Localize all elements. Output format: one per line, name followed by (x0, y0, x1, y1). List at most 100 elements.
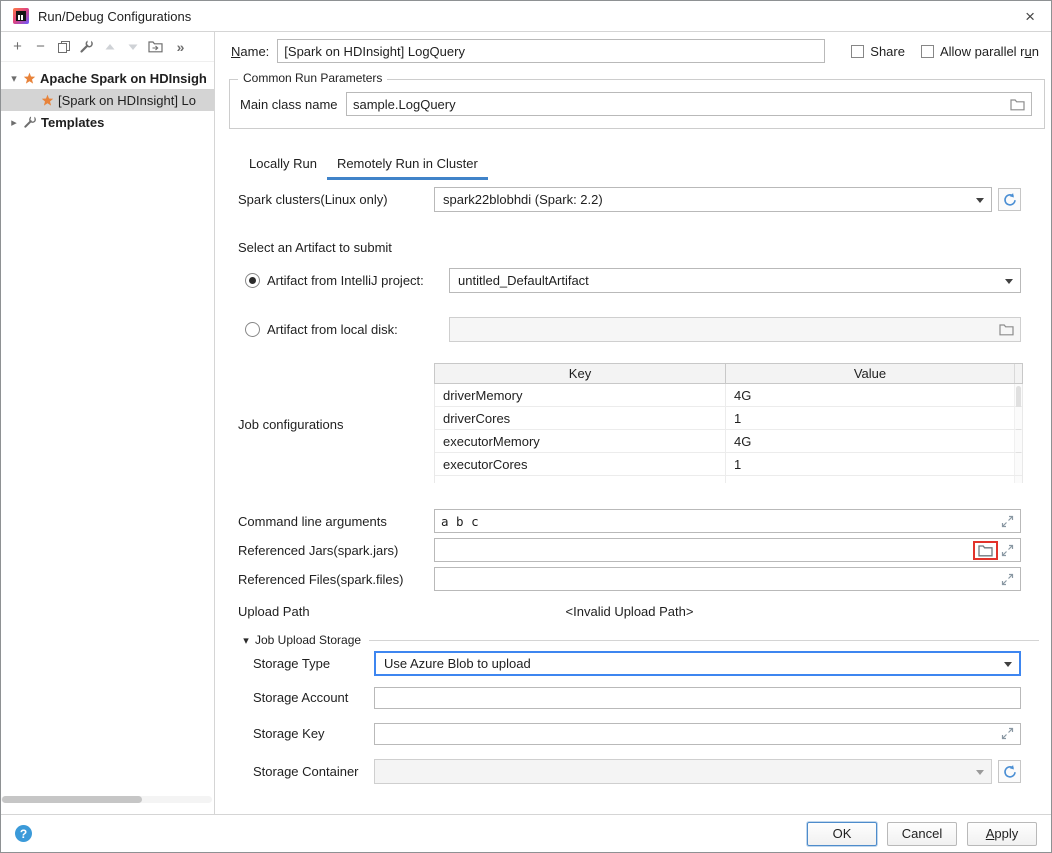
storage-account-field[interactable] (374, 687, 1021, 709)
spark-clusters-select[interactable]: spark22blobhdi (Spark: 2.2) (434, 187, 992, 212)
collapse-arrow-icon[interactable]: ▾ (239, 634, 253, 647)
tree-item-logquery[interactable]: [Spark on HDInsight] Lo (1, 89, 214, 111)
templates-wrench-icon (23, 115, 37, 129)
move-into-folder-button[interactable] (144, 36, 167, 58)
more-actions-icon[interactable]: » (169, 36, 192, 58)
configuration-editor: Name: Share Allow parallel run Common Ru… (215, 32, 1051, 814)
table-row[interactable]: driverCores 1 (435, 407, 1022, 430)
annotation-highlight-box (973, 541, 998, 560)
job-configurations-label: Job configurations (238, 417, 344, 432)
cell-value[interactable]: 1 (725, 407, 1014, 429)
arrow-down-icon (127, 41, 139, 53)
main-class-input[interactable] (353, 93, 1010, 115)
wrench-icon (79, 39, 94, 54)
chevron-down-icon[interactable]: ▾ (7, 72, 21, 85)
table-row-clipped[interactable] (435, 476, 1022, 483)
artifact-local-disk-label: Artifact from local disk: (267, 322, 449, 337)
table-header: Key Value (434, 363, 1023, 384)
storage-key-input[interactable] (381, 724, 1001, 744)
cancel-button[interactable]: Cancel (887, 822, 957, 846)
storage-container-select[interactable] (374, 759, 992, 784)
table-scroll-corner (1014, 364, 1022, 383)
table-row[interactable]: executorCores 1 (435, 453, 1022, 476)
tree-group-templates[interactable]: ▸ Templates (1, 111, 214, 133)
command-line-arguments-input[interactable] (441, 510, 1001, 532)
artifact-select[interactable]: untitled_DefaultArtifact (449, 268, 1021, 293)
expand-icon[interactable] (1001, 515, 1014, 528)
refresh-icon (1002, 192, 1018, 208)
copy-icon (57, 40, 71, 54)
main-class-label: Main class name (240, 97, 346, 112)
column-header-value[interactable]: Value (725, 364, 1014, 383)
spark-clusters-label: Spark clusters(Linux only) (238, 192, 434, 207)
tree-group-apache-spark[interactable]: ▾ Apache Spark on HDInsigh (1, 67, 214, 89)
spark-config-icon (23, 72, 36, 85)
refresh-containers-button[interactable] (998, 760, 1021, 783)
storage-account-label: Storage Account (253, 690, 374, 705)
cell-value[interactable]: 1 (725, 453, 1014, 475)
storage-account-input[interactable] (381, 688, 1014, 708)
table-row[interactable]: driverMemory 4G (435, 384, 1022, 407)
help-icon[interactable]: ? (15, 825, 32, 842)
allow-parallel-run-checkbox[interactable] (921, 45, 934, 58)
browse-folder-icon[interactable] (978, 544, 993, 557)
sidebar-horizontal-scrollbar[interactable] (1, 796, 212, 803)
referenced-files-input[interactable] (441, 568, 1001, 590)
move-down-button[interactable] (121, 36, 144, 58)
command-line-arguments-field[interactable] (434, 509, 1021, 533)
selected-artifact: untitled_DefaultArtifact (458, 273, 998, 288)
apply-button[interactable]: Apply (967, 822, 1037, 846)
name-field[interactable] (277, 39, 825, 63)
group-legend: Common Run Parameters (238, 71, 387, 85)
share-checkbox[interactable] (851, 45, 864, 58)
referenced-jars-field[interactable] (434, 538, 1021, 562)
artifact-local-path-field[interactable] (449, 317, 1021, 342)
chevron-down-icon (1004, 662, 1012, 667)
browse-folder-icon[interactable] (999, 323, 1014, 336)
artifact-local-disk-radio[interactable] (245, 322, 260, 337)
name-input[interactable] (284, 40, 818, 62)
close-icon[interactable]: × (1021, 6, 1039, 27)
configurations-sidebar: + − (1, 32, 215, 814)
chevron-down-icon (976, 770, 984, 775)
move-up-button[interactable] (98, 36, 121, 58)
cell-key[interactable]: driverMemory (435, 388, 725, 403)
cell-key[interactable]: executorMemory (435, 434, 725, 449)
cell-value (725, 476, 1014, 483)
edit-defaults-button[interactable] (75, 36, 98, 58)
dialog-footer: ? OK Cancel Apply (1, 814, 1051, 852)
storage-key-field[interactable] (374, 723, 1021, 745)
storage-type-select[interactable]: Use Azure Blob to upload (374, 651, 1021, 676)
referenced-jars-input[interactable] (441, 539, 969, 561)
cell-value[interactable]: 4G (725, 430, 1014, 452)
remove-configuration-button[interactable]: − (29, 36, 52, 58)
refresh-clusters-button[interactable] (998, 188, 1021, 211)
artifact-local-path-input (456, 318, 999, 341)
scrollbar-thumb[interactable] (2, 796, 142, 803)
browse-folder-icon[interactable] (1010, 98, 1025, 111)
referenced-files-field[interactable] (434, 567, 1021, 591)
chevron-right-icon[interactable]: ▸ (7, 116, 21, 129)
expand-icon[interactable] (1001, 573, 1014, 586)
add-configuration-button[interactable]: + (6, 36, 29, 58)
job-upload-storage-label[interactable]: Job Upload Storage (255, 633, 361, 647)
cell-value[interactable]: 4G (725, 384, 1014, 406)
command-line-arguments-label: Command line arguments (238, 514, 434, 529)
upload-path-value: <Invalid Upload Path> (238, 604, 1021, 619)
main-class-field[interactable] (346, 92, 1032, 116)
table-row[interactable]: executorMemory 4G (435, 430, 1022, 453)
copy-configuration-button[interactable] (52, 36, 75, 58)
cell-key[interactable]: executorCores (435, 457, 725, 472)
tab-locally-run[interactable]: Locally Run (239, 150, 327, 180)
artifact-intellij-radio[interactable] (245, 273, 260, 288)
tab-remotely-run-in-cluster[interactable]: Remotely Run in Cluster (327, 150, 488, 180)
share-label: Share (870, 44, 905, 59)
ok-button[interactable]: OK (807, 822, 877, 846)
table-vertical-scrollbar[interactable] (1014, 384, 1022, 406)
column-header-key[interactable]: Key (435, 364, 725, 383)
expand-icon[interactable] (1001, 727, 1014, 740)
cell-key[interactable]: driverCores (435, 411, 725, 426)
storage-key-label: Storage Key (253, 726, 374, 741)
run-debug-configurations-dialog: Run/Debug Configurations × + − (0, 0, 1052, 853)
expand-icon[interactable] (1001, 544, 1014, 557)
